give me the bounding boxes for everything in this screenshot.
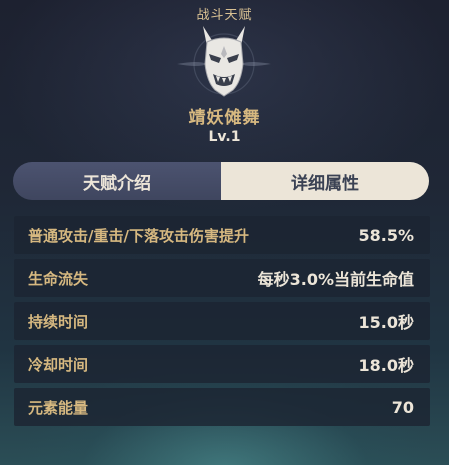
talent-level: Lv.1 [208,129,241,145]
talent-tabs: 天赋介绍 详细属性 [13,162,429,200]
oni-mask-icon [177,26,271,97]
attribute-name: 持续时间 [28,312,89,331]
attribute-row: 生命流失 每秒3.0%当前生命值 [14,259,430,297]
attribute-name: 普通攻击/重击/下落攻击伤害提升 [28,226,249,245]
attribute-row: 冷却时间 18.0秒 [14,345,430,383]
attribute-value: 15.0秒 [358,313,414,332]
attribute-name: 冷却时间 [28,355,89,374]
attribute-name: 元素能量 [28,398,89,417]
attribute-value: 每秒3.0%当前生命值 [257,270,414,289]
attribute-value: 18.0秒 [358,356,414,375]
attribute-value: 58.5% [358,225,414,245]
attribute-row: 持续时间 15.0秒 [14,302,430,340]
tab-detailed-attributes[interactable]: 详细属性 [221,162,429,200]
attribute-list: 普通攻击/重击/下落攻击伤害提升 58.5% 生命流失 每秒3.0%当前生命值 … [14,216,430,431]
tab-talent-description[interactable]: 天赋介绍 [13,162,221,200]
attribute-row: 普通攻击/重击/下落攻击伤害提升 58.5% [14,216,430,254]
attribute-name: 生命流失 [28,269,89,288]
attribute-value: 70 [391,397,414,417]
attribute-row: 元素能量 70 [14,388,430,426]
talent-name: 靖妖傩舞 [188,108,261,128]
